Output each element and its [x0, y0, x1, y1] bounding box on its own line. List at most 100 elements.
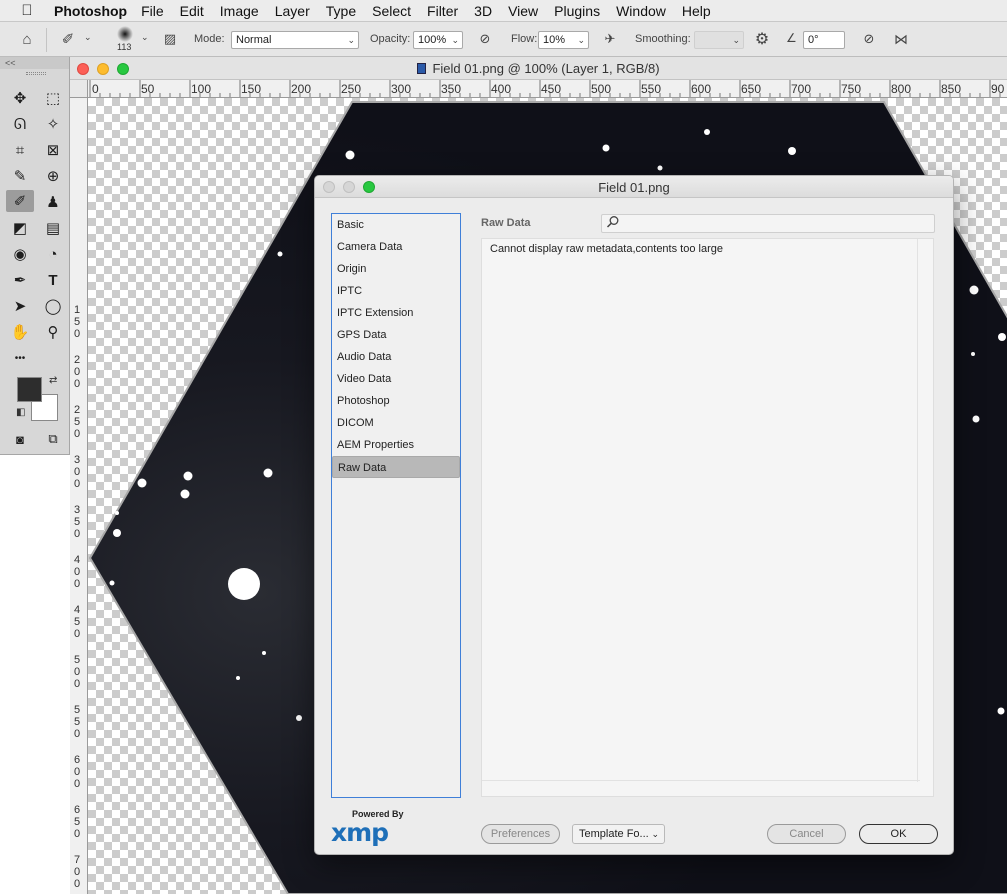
category-item-video-data[interactable]: Video Data [332, 368, 460, 390]
healing-brush-tool-icon[interactable]: ⊕ [41, 165, 65, 187]
category-item-origin[interactable]: Origin [332, 258, 460, 280]
app-menu[interactable]: Photoshop [54, 3, 127, 19]
ruler-label: 450 [541, 82, 562, 96]
path-selection-tool-icon[interactable]: ➤ [8, 295, 32, 317]
ruler-label: 0 [73, 428, 81, 440]
preferences-button[interactable]: Preferences [481, 824, 560, 844]
category-item-photoshop[interactable]: Photoshop [332, 390, 460, 412]
star [972, 415, 980, 423]
menu-window[interactable]: Window [616, 3, 666, 19]
dialog-title-bar: Field 01.png [315, 176, 953, 198]
shape-tool-icon[interactable]: ◯ [41, 295, 65, 317]
category-item-audio-data[interactable]: Audio Data [332, 346, 460, 368]
more-tools-icon[interactable]: ••• [8, 347, 32, 369]
symmetry-icon[interactable]: ⋈ [888, 27, 914, 51]
star [109, 580, 115, 586]
horizontal-scrollbar[interactable] [482, 780, 920, 781]
category-item-iptc[interactable]: IPTC [332, 280, 460, 302]
chevron-down-icon[interactable]: ⌄ [141, 32, 149, 43]
toolbox-grip[interactable] [26, 72, 46, 75]
brush-tip-icon [117, 26, 133, 42]
move-tool-icon[interactable]: ✥ [8, 87, 32, 109]
eraser-tool-icon[interactable]: ◩ [8, 217, 32, 239]
apple-icon[interactable]:  [0, 2, 54, 19]
swap-colors-icon[interactable]: ⇄ [49, 375, 57, 386]
frame-tool-icon[interactable]: ⊠ [41, 139, 65, 161]
template-folder-dropdown[interactable]: Template Fo... ⌄ [572, 824, 665, 844]
ruler-label: 600 [691, 82, 712, 96]
menu-layer[interactable]: Layer [275, 3, 310, 19]
home-icon[interactable]: ⌂ [14, 27, 40, 51]
quick-mask-icon[interactable]: ◙ [8, 428, 32, 450]
ruler-label: 5 [73, 704, 81, 716]
category-item-basic[interactable]: Basic [332, 214, 460, 236]
ruler-label: 200 [291, 82, 312, 96]
category-item-dicom[interactable]: DICOM [332, 412, 460, 434]
brush-tool-icon[interactable]: ✐ [6, 190, 34, 212]
menu-type[interactable]: Type [326, 3, 356, 19]
menu-image[interactable]: Image [220, 3, 259, 19]
smoothing-input[interactable]: ⌄ [694, 31, 744, 49]
dodge-tool-icon[interactable]: ◔ [41, 243, 65, 265]
menu-help[interactable]: Help [682, 3, 711, 19]
cancel-button[interactable]: Cancel [767, 824, 846, 844]
ruler-label: 3 [73, 454, 81, 466]
menu-select[interactable]: Select [372, 3, 411, 19]
crop-tool-icon[interactable]: ⌗ [8, 139, 32, 161]
menu-view[interactable]: View [508, 3, 538, 19]
vertical-ruler[interactable]: 1 5 0 2 0 0 2 5 0 3 0 0 3 5 0 4 0 0 4 5 … [70, 98, 88, 894]
menu-3d[interactable]: 3D [474, 3, 492, 19]
ruler-label: 5 [73, 654, 81, 666]
category-item-camera-data[interactable]: Camera Data [332, 236, 460, 258]
gradient-tool-icon[interactable]: ▤ [41, 217, 65, 239]
gear-icon[interactable]: ⚙ [749, 27, 775, 51]
angle-icon: ∠ [786, 31, 797, 45]
ruler-label: 850 [941, 82, 962, 96]
star [704, 129, 710, 135]
foreground-color-swatch[interactable] [17, 377, 42, 402]
menu-file[interactable]: File [141, 3, 164, 19]
ok-button[interactable]: OK [859, 824, 938, 844]
pressure-size-icon[interactable]: ⊘ [856, 27, 882, 51]
opacity-input[interactable]: 100% ⌄ [413, 31, 463, 49]
menu-edit[interactable]: Edit [180, 3, 204, 19]
horizontal-ruler[interactable]: 0 50 100 150 200 250 300 350 400 450 500… [88, 80, 1007, 98]
search-input[interactable] [601, 214, 935, 233]
clone-stamp-tool-icon[interactable]: ♟ [41, 191, 65, 213]
ruler-label: 4 [73, 554, 81, 566]
vertical-scrollbar[interactable] [917, 239, 918, 782]
blur-tool-icon[interactable]: ◉ [8, 243, 32, 265]
ruler-label: 250 [341, 82, 362, 96]
lasso-tool-icon[interactable]: ᘏ [8, 113, 32, 135]
pressure-opacity-icon[interactable]: ⊘ [472, 27, 498, 51]
category-item-gps-data[interactable]: GPS Data [332, 324, 460, 346]
toolbox-collapse-button[interactable]: << [0, 57, 69, 69]
category-item-raw-data[interactable]: Raw Data [332, 456, 460, 478]
star [113, 529, 121, 537]
eyedropper-tool-icon[interactable]: ✎ [8, 165, 32, 187]
brush-preset-icon[interactable]: ✐ [55, 27, 81, 51]
screen-mode-icon[interactable]: ⧉ [41, 428, 65, 450]
type-tool-icon[interactable]: T [41, 269, 65, 291]
zoom-tool-icon[interactable]: ⚲ [41, 321, 65, 343]
flow-input[interactable]: 10% ⌄ [538, 31, 589, 49]
mode-select[interactable]: Normal ⌄ [231, 31, 359, 49]
hand-tool-icon[interactable]: ✋ [8, 321, 32, 343]
document-icon [417, 63, 427, 74]
ruler-label: 2 [73, 354, 81, 366]
menu-filter[interactable]: Filter [427, 3, 458, 19]
photoshop-window:  Photoshop File Edit Image Layer Type S… [0, 0, 1007, 894]
airbrush-icon[interactable]: ✈ [597, 27, 623, 51]
pen-tool-icon[interactable]: ✒ [8, 269, 32, 291]
category-item-aem-properties[interactable]: AEM Properties [332, 434, 460, 456]
brush-settings-icon[interactable]: ▨ [157, 27, 183, 51]
category-item-iptc-extension[interactable]: IPTC Extension [332, 302, 460, 324]
angle-input[interactable]: 0° [803, 31, 845, 49]
menu-plugins[interactable]: Plugins [554, 3, 600, 19]
chevron-down-icon[interactable]: ⌄ [84, 32, 92, 43]
marquee-tool-icon[interactable]: ⬚ [41, 87, 65, 109]
ruler-corner[interactable] [70, 80, 88, 98]
brush-tip-preview[interactable] [112, 24, 138, 44]
default-colors-icon[interactable]: ◧ [16, 407, 25, 418]
magic-wand-tool-icon[interactable]: ✧ [41, 113, 65, 135]
